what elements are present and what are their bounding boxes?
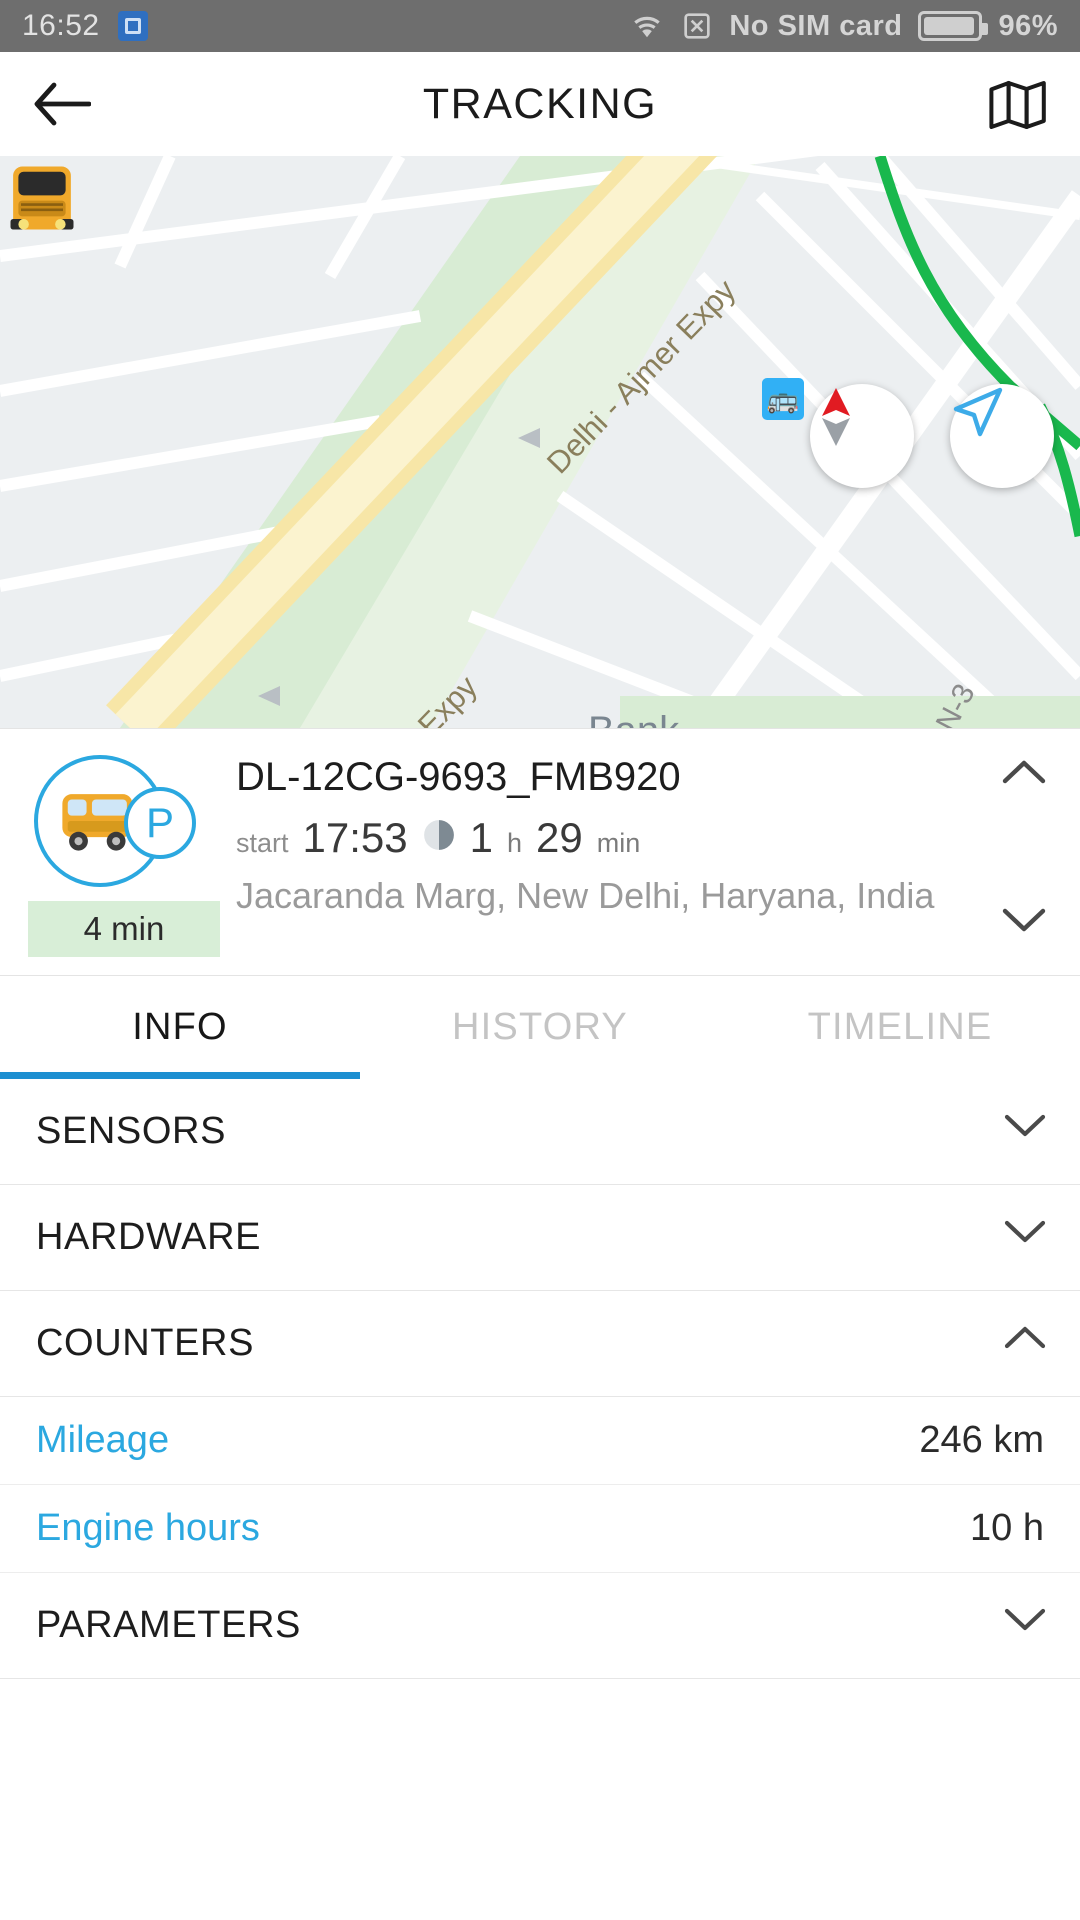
- vehicle-address: Jacaranda Marg, New Delhi, Haryana, Indi…: [236, 875, 935, 916]
- chevron-down-icon[interactable]: [1004, 1217, 1046, 1259]
- avatar: P: [28, 755, 196, 895]
- tab-history[interactable]: HISTORY: [360, 976, 720, 1079]
- map-canvas[interactable]: Delhi - Ajmer Expy Delhi - Jaipur Expy B…: [0, 156, 1080, 728]
- status-battery-pct: 96%: [998, 9, 1058, 42]
- school-bus-icon[interactable]: [0, 156, 84, 240]
- status-clock: 16:52: [22, 9, 100, 42]
- sim-crossed-icon: [684, 13, 711, 39]
- section-sensors[interactable]: SENSORS: [0, 1079, 1080, 1185]
- duration-badge: 4 min: [28, 901, 220, 957]
- counter-row-engine-hours[interactable]: Engine hours 10 h: [0, 1485, 1080, 1573]
- counter-key: Engine hours: [36, 1507, 260, 1549]
- battery-icon: [918, 11, 989, 41]
- elapsed-hours-unit: h: [506, 828, 523, 858]
- section-title: COUNTERS: [36, 1322, 255, 1364]
- section-title: SENSORS: [36, 1110, 227, 1152]
- section-title: PARAMETERS: [36, 1604, 302, 1646]
- start-time: 17:53: [302, 814, 408, 861]
- section-title: HARDWARE: [36, 1216, 262, 1258]
- chevron-down-icon[interactable]: [1004, 1111, 1046, 1153]
- chevron-up-icon[interactable]: [1002, 757, 1046, 801]
- bus-stop-icon: 🚌: [762, 378, 804, 420]
- compass-needle-icon[interactable]: [810, 384, 914, 488]
- elapsed-minutes: 29: [536, 814, 583, 861]
- map-graphics: [0, 156, 1080, 728]
- chevron-up-icon[interactable]: [1004, 1323, 1046, 1365]
- trip-summary-row: start 17:53 1 h 29 min: [236, 814, 1052, 862]
- counter-value: 246 km: [919, 1419, 1044, 1461]
- map-fold-icon[interactable]: [986, 72, 1050, 136]
- chevron-down-icon[interactable]: [1002, 905, 1046, 949]
- status-sim-text: No SIM card: [729, 9, 903, 42]
- section-hardware[interactable]: HARDWARE: [0, 1185, 1080, 1291]
- start-label: start: [236, 828, 289, 858]
- status-bar: 16:52 No SIM card 96%: [0, 0, 1080, 52]
- wifi-icon: [634, 16, 661, 38]
- tab-bar: INFO HISTORY TIMELINE: [0, 975, 1080, 1079]
- clock-half-icon: [423, 820, 454, 850]
- parking-p-icon: P: [124, 787, 196, 859]
- navigation-arrow-icon[interactable]: [950, 384, 1054, 488]
- app-bar: TRACKING: [0, 52, 1080, 156]
- section-parameters[interactable]: PARAMETERS: [0, 1573, 1080, 1679]
- vehicle-card-main: DL-12CG-9693_FMB920 start 17:53 1 h 29 m…: [228, 755, 1052, 957]
- section-counters[interactable]: COUNTERS: [0, 1291, 1080, 1397]
- elapsed-minutes-unit: min: [596, 828, 641, 858]
- vehicle-card[interactable]: P 4 min DL-12CG-9693_FMB920 start 17:53 …: [0, 728, 1080, 975]
- status-right-group: No SIM card 96%: [629, 10, 1058, 43]
- counter-key: Mileage: [36, 1419, 170, 1461]
- app-square-icon: [117, 11, 148, 41]
- elapsed-hours: 1: [469, 814, 493, 861]
- page-title: TRACKING: [422, 79, 658, 128]
- counter-row-mileage[interactable]: Mileage 246 km: [0, 1397, 1080, 1485]
- vehicle-card-left: P 4 min: [28, 755, 228, 957]
- tab-timeline[interactable]: TIMELINE: [720, 976, 1080, 1079]
- chevron-down-icon[interactable]: [1004, 1605, 1046, 1647]
- tab-info[interactable]: INFO: [0, 976, 360, 1079]
- vehicle-name: DL-12CG-9693_FMB920: [236, 755, 681, 799]
- counter-value: 10 h: [970, 1507, 1044, 1549]
